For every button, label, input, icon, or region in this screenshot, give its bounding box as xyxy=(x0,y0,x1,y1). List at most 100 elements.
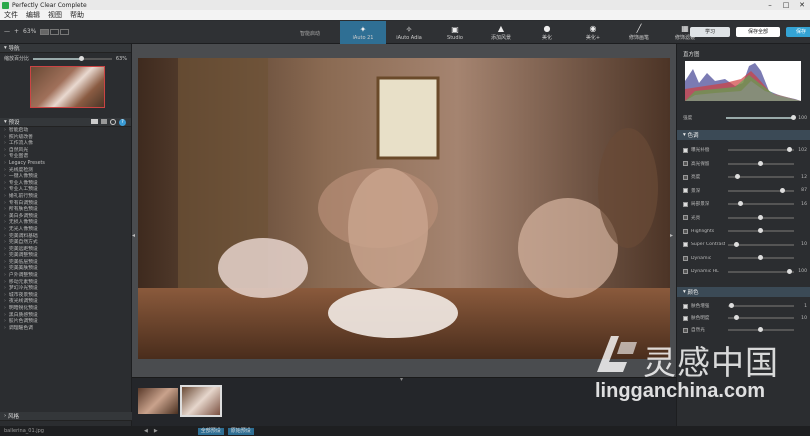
adjust-slider[interactable] xyxy=(728,174,794,179)
preset-brush[interactable]: ╱ 修饰画笔 xyxy=(616,21,662,44)
list-icon[interactable] xyxy=(101,118,107,124)
preset-beautify[interactable]: ● 美化 xyxy=(524,21,570,44)
zoom-out-button[interactable]: — xyxy=(4,28,10,35)
histogram xyxy=(685,61,801,101)
adjust-checkbox[interactable] xyxy=(683,215,688,220)
strength-slider[interactable] xyxy=(726,115,796,120)
navigator-thumbnail[interactable] xyxy=(30,66,105,108)
preset-list-item[interactable]: 专业图谱 xyxy=(4,154,131,161)
preset-list-item[interactable]: 工作流人像 xyxy=(4,141,131,148)
filmstrip-toggle-icon[interactable]: ▾ xyxy=(400,376,403,383)
adjust-slider[interactable] xyxy=(728,315,794,320)
adjust-slider[interactable] xyxy=(728,241,794,247)
adjust-slider[interactable] xyxy=(728,327,794,332)
adjust-slider[interactable] xyxy=(728,303,794,308)
adjust-slider[interactable] xyxy=(728,187,794,193)
folder-icon[interactable] xyxy=(91,118,98,124)
preset-studio[interactable]: ▣ Studio xyxy=(432,21,478,44)
adjust-slider[interactable] xyxy=(728,228,794,233)
adjust-label: 光亮 xyxy=(691,215,701,221)
adjust-row: 局部景深 16 xyxy=(683,200,807,208)
adjust-checkbox[interactable] xyxy=(683,303,688,309)
minimize-icon[interactable]: – xyxy=(762,1,778,9)
view-mode-switch[interactable] xyxy=(40,28,70,35)
adjust-slider[interactable] xyxy=(728,268,794,274)
adjust-checkbox[interactable] xyxy=(683,327,688,333)
zoom-slider[interactable] xyxy=(33,55,112,61)
collapse-left-icon[interactable]: ◂ xyxy=(132,232,135,239)
maximize-icon[interactable]: □ xyxy=(778,1,794,9)
app-window: Perfectly Clear Complete – □ ✕ 文件 编辑 视图 … xyxy=(0,0,810,436)
preset-list-item[interactable]: 无光人像预设 xyxy=(4,227,131,234)
adjust-slider[interactable] xyxy=(728,255,794,260)
preset-list-item[interactable]: 所有肤色预设 xyxy=(4,207,131,214)
smart-select-dropdown[interactable]: 智能启动 xyxy=(300,30,320,37)
preset-list-item[interactable]: 户外调整预设 xyxy=(4,273,131,280)
preset-list-item[interactable]: Legacy Presets xyxy=(4,161,131,168)
all-presets-tag[interactable]: 全部预设 xyxy=(197,427,224,435)
preset-list-item[interactable]: 胶片色调预设 xyxy=(4,319,131,326)
preset-list-item[interactable]: 智能启动 xyxy=(4,128,131,135)
menu-view[interactable]: 视图 xyxy=(44,10,66,20)
menu-file[interactable]: 文件 xyxy=(0,10,22,20)
compare-view-icon[interactable] xyxy=(60,28,70,35)
save-button[interactable]: 保存 xyxy=(786,27,810,37)
adjust-checkbox[interactable] xyxy=(683,255,688,261)
strength-label: 强度 xyxy=(683,116,693,121)
adjust-checkbox[interactable] xyxy=(683,147,688,153)
adjust-checkbox[interactable] xyxy=(683,201,688,207)
adjust-checkbox[interactable] xyxy=(683,161,688,166)
preset-list-item[interactable]: 完美自然方式 xyxy=(4,240,131,247)
adjust-checkbox[interactable] xyxy=(683,269,688,274)
preset-iauto-adia[interactable]: ✧ iAuto Adia xyxy=(386,21,432,44)
preset-list-item[interactable]: 专业人工预设 xyxy=(4,187,131,194)
help-icon[interactable]: ? xyxy=(119,118,126,126)
prev-icon[interactable]: ◀ xyxy=(144,428,148,434)
next-icon[interactable]: ▶ xyxy=(154,428,158,434)
preset-list-item[interactable]: 无损人像预设 xyxy=(4,220,131,227)
original-presets-tag[interactable]: 原始预设 xyxy=(227,427,254,435)
preset-list-item[interactable]: 调理暖色调 xyxy=(4,326,131,333)
menu-edit[interactable]: 编辑 xyxy=(22,10,44,20)
adjust-checkbox[interactable] xyxy=(683,188,688,193)
film-thumbnail[interactable] xyxy=(138,388,178,414)
adjust-slider[interactable] xyxy=(728,160,794,166)
menu-help[interactable]: 帮助 xyxy=(66,10,88,20)
adjust-value: 16 xyxy=(801,201,807,207)
navigator-header[interactable]: ▾ 导航 xyxy=(0,44,131,53)
adjust-value: 1 xyxy=(804,303,807,309)
close-icon[interactable]: ✕ xyxy=(794,1,810,9)
main-photo[interactable] xyxy=(138,58,670,359)
color-section-header[interactable]: ▾ 颜色 xyxy=(677,287,810,297)
preset-beautify-plus[interactable]: ◉ 美化+ xyxy=(570,21,616,44)
preset-iauto21[interactable]: ✦ iAuto 21 xyxy=(340,21,386,44)
learn-button[interactable]: 学习 xyxy=(690,27,730,37)
preset-list-item[interactable]: 梦幻冷光预设 xyxy=(4,286,131,293)
single-view-icon[interactable] xyxy=(40,28,50,35)
preset-landscape[interactable]: ▲ 添加风景 xyxy=(478,21,524,44)
presets-header[interactable]: ▾ 预设 ? xyxy=(0,118,131,127)
adjust-slider[interactable] xyxy=(728,201,794,206)
adjust-checkbox[interactable] xyxy=(683,174,688,180)
settings-icon[interactable] xyxy=(110,118,116,125)
adjust-checkbox[interactable] xyxy=(683,242,688,247)
save-all-button[interactable]: 保存全部 xyxy=(736,27,780,37)
adjust-slider[interactable] xyxy=(728,214,794,220)
menu-bar: 文件 编辑 视图 帮助 xyxy=(0,10,810,20)
preset-list-item[interactable]: 婚礼前行预设 xyxy=(4,194,131,201)
adjust-checkbox[interactable] xyxy=(683,228,688,234)
film-thumbnail-selected[interactable] xyxy=(180,385,222,417)
preset-list-item[interactable]: 一键人像预设 xyxy=(4,174,131,181)
preset-list-item[interactable]: 明暗锐化预设 xyxy=(4,306,131,313)
split-view-icon[interactable] xyxy=(50,28,60,35)
magic-wand-icon: ✦ xyxy=(359,24,367,34)
adjust-label: 肤色明度 xyxy=(691,316,710,321)
preset-list-item[interactable]: 完美调整预设 xyxy=(4,253,131,260)
zoom-in-button[interactable]: + xyxy=(14,28,19,35)
tone-section-header[interactable]: ▾ 色调 xyxy=(677,130,810,140)
adjust-slider[interactable] xyxy=(728,147,794,152)
adjust-value: 10 xyxy=(801,242,807,247)
styles-header[interactable]: › 风格 xyxy=(0,412,132,421)
adjust-checkbox[interactable] xyxy=(683,315,688,321)
collapse-right-icon[interactable]: ▸ xyxy=(670,232,673,239)
